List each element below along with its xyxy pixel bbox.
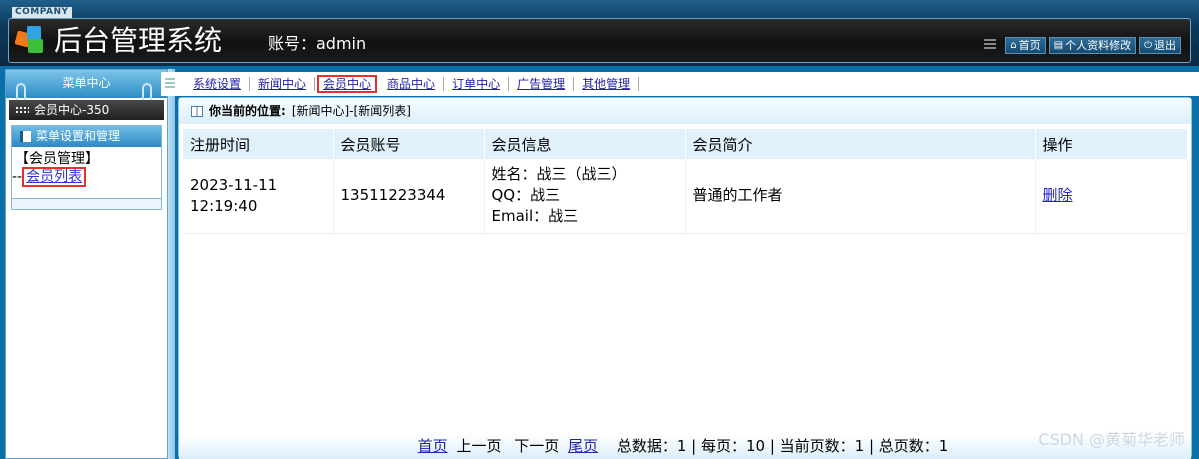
nav-system-settings[interactable]: 系统设置 [185,77,251,91]
member-list-item: -- 会员列表 [12,167,161,187]
pagination-stats: 总数据：1 | 每页：10 | 当前页数：1 | 总页数：1 [616,437,949,455]
location-label: 你当前的位置: [209,104,286,118]
nav-product-center[interactable]: 商品中心 [379,77,445,91]
system-title: 后台管理系统 [54,24,223,57]
col-header-account: 会员账号 [333,129,485,159]
document-icon [20,131,31,142]
info-cell: 姓名：战三（战三） QQ：战三 Email：战三 [484,159,686,234]
col-header-register-time: 注册时间 [183,129,334,159]
intro-cell: 普通的工作者 [685,159,1036,234]
col-header-intro: 会员简介 [685,129,1036,159]
table-header-row: 注册时间 会员账号 会员信息 会员简介 操作 [183,129,1188,159]
grip-icon [165,78,175,90]
breadcrumb: 你当前的位置: [新闻中心]-[新闻列表] [179,98,1191,124]
sidebar-splitter[interactable] [168,69,175,459]
header: COMPANY 后台管理系统 账号：admin ⌂ 首页 ▤ 个人资料修改 ⏻ … [0,0,1199,66]
nav-ad-management[interactable]: 广告管理 [509,77,575,91]
col-header-action: 操作 [1035,129,1188,159]
menu-settings-box: 菜单设置和管理 【会员管理】 -- 会员列表 [11,125,162,210]
next-page-text: 下一页 [514,437,560,455]
profile-edit-link[interactable]: ▤ 个人资料修改 [1048,36,1137,54]
account-cell: 13511223344 [333,159,485,234]
nav-member-center[interactable]: 会员中心 [317,75,378,93]
first-page-link[interactable]: 首页 [418,437,448,455]
col-header-info: 会员信息 [484,129,686,159]
power-icon: ⏻ [1144,39,1152,51]
register-time-cell: 2023-11-11 12:19:40 [183,159,334,234]
table-row: 2023-11-11 12:19:40 13511223344 姓名：战三（战三… [183,159,1188,234]
pin-icon [16,83,26,101]
nav-other-management[interactable]: 其他管理 [574,77,640,91]
member-list-link[interactable]: 会员列表 [22,167,87,187]
delete-link[interactable]: 删除 [1043,186,1073,204]
member-table: 注册时间 会员账号 会员信息 会员简介 操作 2023-11-11 12:19:… [183,129,1188,234]
logout-link[interactable]: ⏻ 退出 [1139,36,1181,54]
pin-icon [142,83,152,101]
member-management-group: 【会员管理】 [15,151,99,167]
watermark: CSDN @黄菊华老师 [1038,430,1185,449]
home-icon: ⌂ [1010,39,1017,51]
nav-order-center[interactable]: 订单中心 [444,77,510,91]
grid-dots-icon [15,105,29,115]
main-panel: 你当前的位置: [新闻中心]-[新闻列表] 注册时间 会员账号 会员信息 会员简… [178,97,1192,459]
prev-page-text: 上一页 [456,437,502,455]
top-links: ⌂ 首页 ▤ 个人资料修改 ⏻ 退出 [984,36,1181,54]
member-center-bar[interactable]: 会员中心-350 [9,100,164,120]
location-path: [新闻中心]-[新闻列表] [291,104,411,118]
account-label: 账号：admin [268,34,367,53]
action-cell: 删除 [1035,159,1188,234]
last-page-link[interactable]: 尾页 [568,437,598,455]
home-link[interactable]: ⌂ 首页 [1005,36,1046,54]
book-icon [191,105,203,117]
menu-settings-title: 菜单设置和管理 [12,126,161,147]
sidebar: 菜单中心 会员中心-350 菜单设置和管理 【会员管理】 -- 会员列表 [5,69,168,459]
cubes-logo-icon [14,24,46,54]
nav-news-center[interactable]: 新闻中心 [250,77,316,91]
top-nav: 系统设置 新闻中心 会员中心 商品中心 订单中心 广告管理 其他管理 [161,72,1199,96]
menu-box-footer [12,198,161,209]
grip-icon [984,39,997,51]
profile-icon: ▤ [1053,39,1064,51]
company-badge: COMPANY [12,7,72,18]
